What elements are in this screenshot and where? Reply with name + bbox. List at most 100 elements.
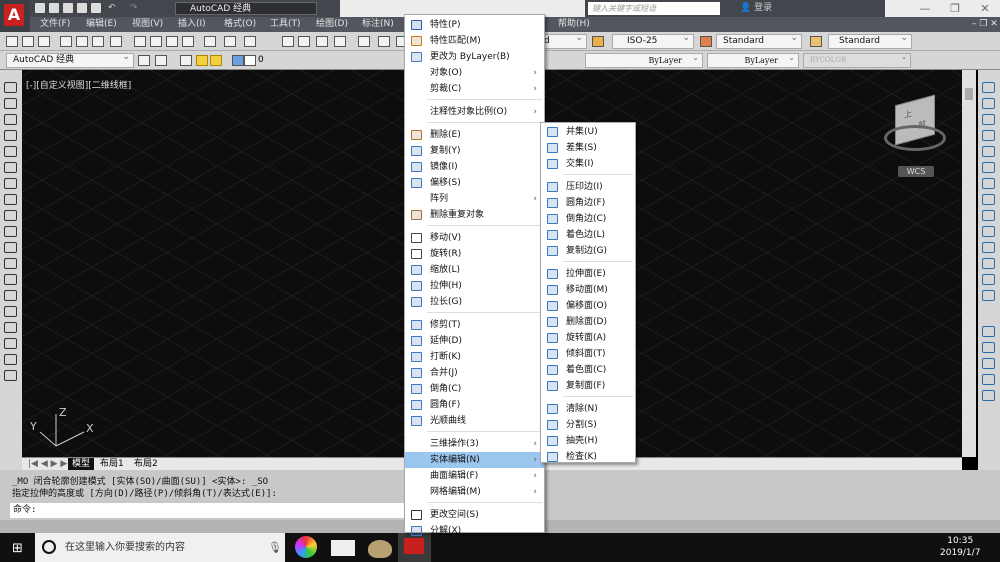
print-icon[interactable]: [91, 3, 101, 13]
menu-item[interactable]: 阵列 ›: [405, 191, 544, 207]
layer-name[interactable]: 0: [258, 55, 264, 65]
tool-button-icon[interactable]: [4, 290, 17, 301]
menu-item[interactable]: 特性(P): [405, 17, 544, 33]
tool-button-icon[interactable]: [982, 342, 995, 353]
menu-item[interactable]: 复制边(G): [541, 243, 635, 259]
undo-icon[interactable]: ↶: [108, 3, 118, 13]
tool-button-icon[interactable]: [982, 390, 995, 401]
new-icon[interactable]: [35, 3, 45, 13]
menu-item[interactable]: 三维操作(3) ›: [405, 436, 544, 452]
toolbar-button-icon[interactable]: [22, 36, 34, 47]
menu-file[interactable]: 文件(F): [40, 18, 70, 31]
menu-item[interactable]: 缩放(L): [405, 262, 544, 278]
menu-insert[interactable]: 插入(I): [178, 18, 206, 31]
toolbar-button-icon[interactable]: [204, 36, 216, 47]
tool-button-icon[interactable]: [4, 242, 17, 253]
app-menu-button[interactable]: A: [0, 0, 30, 32]
toolbar-button-icon[interactable]: [182, 36, 194, 47]
paint-app-icon[interactable]: [368, 540, 392, 558]
save-icon[interactable]: [63, 3, 73, 13]
taskbar-search[interactable]: 在这里输入你要搜索的内容: [35, 533, 285, 562]
wcs-menu[interactable]: WCS: [898, 166, 934, 177]
menu-item[interactable]: 偏移面(O): [541, 298, 635, 314]
tool-button-icon[interactable]: [4, 82, 17, 93]
toolbar-button-icon[interactable]: [298, 36, 310, 47]
tool-button-icon[interactable]: [982, 178, 995, 189]
login-button[interactable]: 👤 登录: [740, 2, 772, 15]
menu-item[interactable]: 分解(X): [405, 523, 544, 539]
menu-item[interactable]: 移动(V): [405, 230, 544, 246]
menu-item[interactable]: 实体编辑(N) ›: [405, 452, 544, 468]
workspace-settings-icon[interactable]: [138, 55, 150, 66]
menu-item[interactable]: 光顺曲线: [405, 413, 544, 429]
toolbar-button-icon[interactable]: [166, 36, 178, 47]
tool-button-icon[interactable]: [4, 258, 17, 269]
viewport-controls[interactable]: [-][自定义视图][二维线框]: [26, 78, 131, 91]
menu-item[interactable]: 偏移(S): [405, 175, 544, 191]
workspace-combo[interactable]: AutoCAD 经典: [6, 51, 134, 68]
menu-draw[interactable]: 绘图(D): [316, 18, 348, 31]
tool-button-icon[interactable]: [982, 274, 995, 285]
menu-item[interactable]: 压印边(I): [541, 179, 635, 195]
toolbar-button-icon[interactable]: [92, 36, 104, 47]
layer-freeze-icon[interactable]: [210, 55, 222, 66]
menu-view[interactable]: 视图(V): [132, 18, 163, 31]
menu-item[interactable]: 倾斜面(T): [541, 346, 635, 362]
toolbar-button-icon[interactable]: [134, 36, 146, 47]
menu-format[interactable]: 格式(O): [224, 18, 256, 31]
menu-item[interactable]: 对象(O) ›: [405, 65, 544, 81]
menu-item[interactable]: 复制面(F): [541, 378, 635, 394]
menu-edit[interactable]: 编辑(E): [86, 18, 117, 31]
menu-item[interactable]: 修剪(T): [405, 317, 544, 333]
menu-item[interactable]: 清除(N): [541, 401, 635, 417]
menu-item[interactable]: 差集(S): [541, 140, 635, 156]
menu-item[interactable]: 拉伸面(E): [541, 266, 635, 282]
tool-button-icon[interactable]: [4, 354, 17, 365]
minimize-button[interactable]: —: [910, 0, 940, 17]
menu-item[interactable]: 着色面(C): [541, 362, 635, 378]
command-input[interactable]: 命令:: [10, 503, 405, 518]
tool-button-icon[interactable]: [982, 358, 995, 369]
menu-item[interactable]: 特性匹配(M): [405, 33, 544, 49]
menu-item[interactable]: 移动面(M): [541, 282, 635, 298]
tool-button-icon[interactable]: [982, 130, 995, 141]
video-editor-icon[interactable]: [331, 540, 355, 556]
windows-start-icon[interactable]: ⊞: [12, 541, 23, 556]
menu-item[interactable]: 合并(J): [405, 365, 544, 381]
menu-item[interactable]: 拉伸(H): [405, 278, 544, 294]
toolbar-button-icon[interactable]: [224, 36, 236, 47]
toolbar-button-icon[interactable]: [244, 36, 256, 47]
tool-button-icon[interactable]: [4, 274, 17, 285]
toolbar-button-icon[interactable]: [378, 36, 390, 47]
redo-icon[interactable]: ↷: [130, 3, 140, 13]
menu-item[interactable]: 更改为 ByLayer(B): [405, 49, 544, 65]
close-button[interactable]: ✕: [970, 0, 1000, 17]
menu-item[interactable]: 拉长(G): [405, 294, 544, 310]
menu-item[interactable]: 着色边(L): [541, 227, 635, 243]
menu-item[interactable]: 延伸(D): [405, 333, 544, 349]
photos-app-icon[interactable]: [295, 536, 317, 558]
menu-item[interactable]: 曲面编辑(F) ›: [405, 468, 544, 484]
tool-button-icon[interactable]: [4, 338, 17, 349]
tool-button-icon[interactable]: [982, 146, 995, 157]
toolbar-button-icon[interactable]: [334, 36, 346, 47]
linetype-combo[interactable]: ByLayer: [585, 51, 703, 68]
microphone-icon[interactable]: 🎙: [268, 541, 282, 554]
menu-tools[interactable]: 工具(T): [270, 18, 301, 31]
tool-button-icon[interactable]: [982, 326, 995, 337]
doc-window-controls[interactable]: – ❐ ✕: [972, 18, 998, 31]
customize-icon[interactable]: [155, 55, 167, 66]
menu-item[interactable]: 更改空间(S): [405, 507, 544, 523]
menu-dimension[interactable]: 标注(N): [362, 18, 394, 31]
menu-item[interactable]: 倒角边(C): [541, 211, 635, 227]
toolbar-button-icon[interactable]: [282, 36, 294, 47]
toolbar-button-icon[interactable]: [6, 36, 18, 47]
toolbar-button-icon[interactable]: [316, 36, 328, 47]
tool-button-icon[interactable]: [982, 258, 995, 269]
tool-button-icon[interactable]: [4, 98, 17, 109]
menu-item[interactable]: 旋转面(A): [541, 330, 635, 346]
tool-button-icon[interactable]: [4, 322, 17, 333]
tool-button-icon[interactable]: [4, 114, 17, 125]
layer-lock-icon[interactable]: [232, 55, 244, 66]
tool-button-icon[interactable]: [982, 162, 995, 173]
